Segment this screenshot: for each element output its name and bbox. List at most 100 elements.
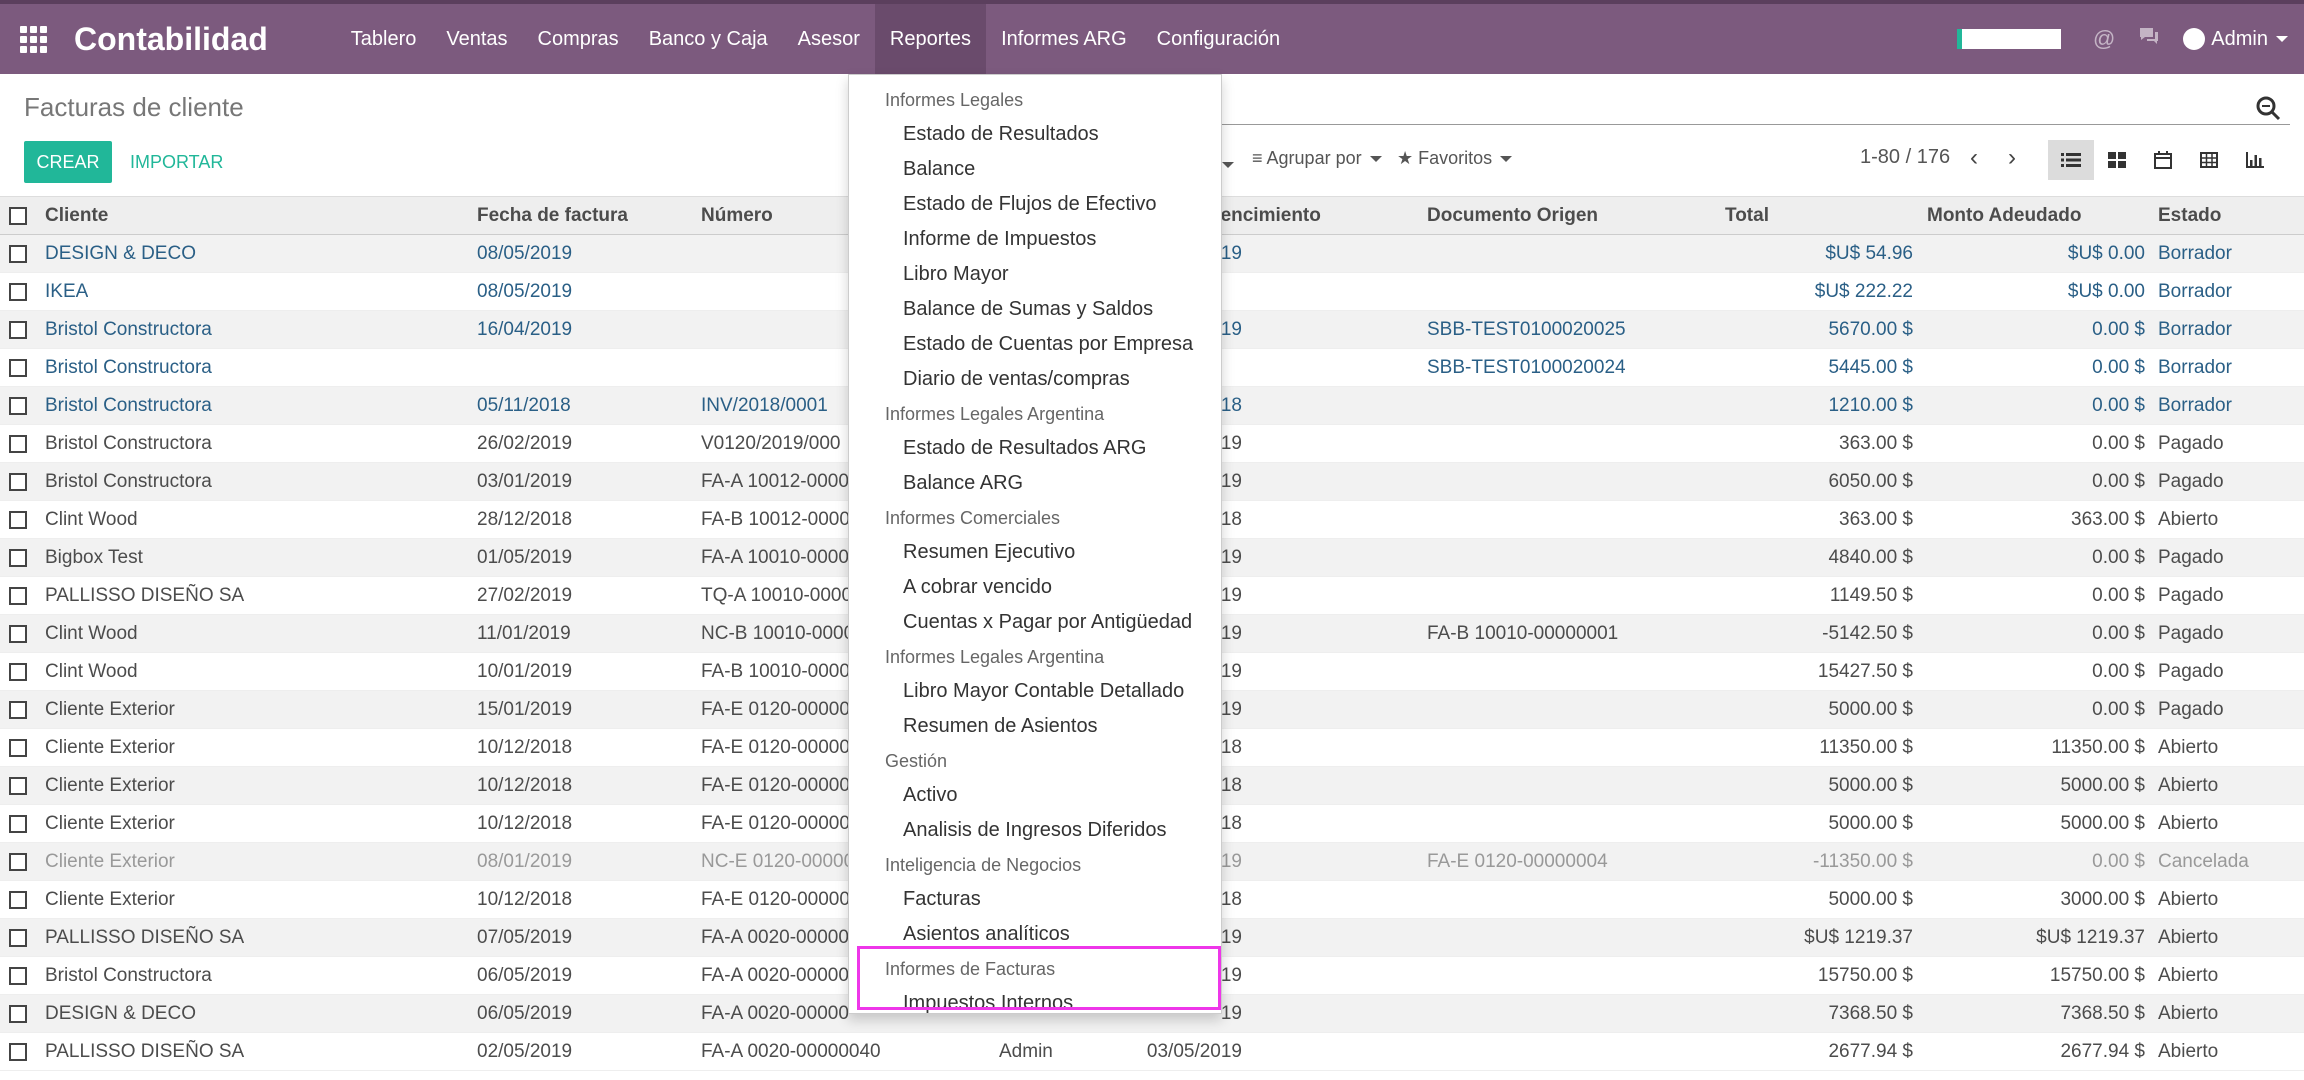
menu-item[interactable]: Resumen Ejecutivo xyxy=(849,535,1221,570)
cell-estado: Abierto xyxy=(2158,965,2219,986)
menu-item[interactable]: Cuentas x Pagar por Antigüedad xyxy=(849,605,1221,640)
col-fecha-factura[interactable]: Fecha de factura xyxy=(477,197,628,235)
menu-item[interactable]: Activo xyxy=(849,778,1221,813)
cell-estado: Borrador xyxy=(2158,395,2232,416)
cell-numero: FA-E 0120-00000 xyxy=(701,775,850,796)
pager-value[interactable]: 1-80 / 176 xyxy=(1860,146,1950,169)
menu-asesor[interactable]: Asesor xyxy=(783,4,875,74)
row-checkbox[interactable] xyxy=(9,625,27,643)
cell-estado: Borrador xyxy=(2158,357,2232,378)
row-checkbox[interactable] xyxy=(9,397,27,415)
cell-monto-adeudado: 0.00 $ xyxy=(2092,623,2145,644)
chat-icon[interactable] xyxy=(2137,25,2161,53)
select-all-checkbox[interactable] xyxy=(9,207,27,225)
row-checkbox[interactable] xyxy=(9,587,27,605)
row-checkbox[interactable] xyxy=(9,891,27,909)
cell-monto-adeudado: 0.00 $ xyxy=(2092,585,2145,606)
row-checkbox[interactable] xyxy=(9,283,27,301)
top-navbar: Contabilidad Tablero Ventas Compras Banc… xyxy=(0,0,2304,74)
chevron-left-icon[interactable]: ‹ xyxy=(1970,144,1978,172)
row-checkbox[interactable] xyxy=(9,359,27,377)
row-checkbox[interactable] xyxy=(9,549,27,567)
group-by-button[interactable]: ≡ Agrupar por xyxy=(1252,148,1382,169)
row-checkbox[interactable] xyxy=(9,815,27,833)
menu-item[interactable]: Balance ARG xyxy=(849,466,1221,501)
menu-ventas[interactable]: Ventas xyxy=(431,4,522,74)
col-monto-adeudado[interactable]: Monto Adeudado xyxy=(1927,197,2081,235)
user-menu[interactable]: Admin xyxy=(2183,28,2288,51)
cell-numero: V0120/2019/000 xyxy=(701,433,841,454)
menu-item[interactable]: Balance de Sumas y Saldos xyxy=(849,292,1221,327)
list-view-icon[interactable] xyxy=(2048,140,2094,180)
chevron-right-icon[interactable]: › xyxy=(2008,144,2016,172)
cell-fecha: 10/12/2018 xyxy=(477,775,573,796)
menu-item[interactable]: Estado de Cuentas por Empresa xyxy=(849,327,1221,362)
row-checkbox[interactable] xyxy=(9,1043,27,1061)
cell-cliente: Bristol Constructora xyxy=(45,395,212,416)
row-checkbox[interactable] xyxy=(9,929,27,947)
menu-item[interactable]: Libro Mayor Contable Detallado xyxy=(849,674,1221,709)
import-button[interactable]: IMPORTAR xyxy=(130,141,223,183)
menu-item[interactable]: Analisis de Ingresos Diferidos xyxy=(849,813,1221,848)
menu-item[interactable]: Facturas xyxy=(849,882,1221,917)
row-checkbox[interactable] xyxy=(9,853,27,871)
apps-icon[interactable] xyxy=(0,4,66,74)
menu-configuracion[interactable]: Configuración xyxy=(1142,4,1295,74)
row-checkbox[interactable] xyxy=(9,967,27,985)
cell-fecha: 08/05/2019 xyxy=(477,281,573,302)
menu-item[interactable]: Estado de Flujos de Efectivo xyxy=(849,187,1221,222)
col-cliente[interactable]: Cliente xyxy=(45,197,108,235)
menu-compras[interactable]: Compras xyxy=(523,4,634,74)
row-checkbox[interactable] xyxy=(9,701,27,719)
graph-view-icon[interactable] xyxy=(2232,140,2278,180)
menu-item[interactable]: Diario de ventas/compras xyxy=(849,362,1221,397)
menu-banco-y-caja[interactable]: Banco y Caja xyxy=(634,4,783,74)
menu-tablero[interactable]: Tablero xyxy=(336,4,432,74)
favorites-button[interactable]: ★ Favoritos xyxy=(1397,148,1513,169)
col-total[interactable]: Total xyxy=(1725,197,1769,235)
create-button[interactable]: CREAR xyxy=(24,141,112,183)
row-checkbox[interactable] xyxy=(9,663,27,681)
cell-monto-adeudado: 2677.94 $ xyxy=(2060,1041,2145,1062)
row-checkbox[interactable] xyxy=(9,777,27,795)
row-checkbox[interactable] xyxy=(9,739,27,757)
cell-fecha: 28/12/2018 xyxy=(477,509,573,530)
favorites-label: Favoritos xyxy=(1418,148,1493,168)
menu-item[interactable]: Resumen de Asientos xyxy=(849,709,1221,744)
cell-numero: TQ-A 10010-0000 xyxy=(701,585,853,606)
menu-reportes[interactable]: Reportes xyxy=(874,4,987,74)
cell-numero: FA-A 0020-00000 xyxy=(701,965,849,986)
menu-item[interactable]: Estado de Resultados ARG xyxy=(849,431,1221,466)
cell-total: 2677.94 $ xyxy=(1828,1041,1913,1062)
cell-documento-origen: FA-B 10010-00000001 xyxy=(1427,623,1619,644)
at-icon[interactable]: @ xyxy=(2093,26,2115,52)
row-checkbox[interactable] xyxy=(9,473,27,491)
filters-caret-icon[interactable] xyxy=(1222,154,1234,175)
menu-item[interactable]: Balance xyxy=(849,152,1221,187)
col-estado[interactable]: Estado xyxy=(2158,197,2221,235)
highlight-box xyxy=(857,946,1221,1010)
cell-fecha: 08/01/2019 xyxy=(477,851,573,872)
menu-informes-arg[interactable]: Informes ARG xyxy=(986,4,1142,74)
cell-monto-adeudado: 11350.00 $ xyxy=(2051,737,2145,758)
row-checkbox[interactable] xyxy=(9,321,27,339)
pivot-view-icon[interactable] xyxy=(2186,140,2232,180)
row-checkbox[interactable] xyxy=(9,1005,27,1023)
calendar-view-icon[interactable] xyxy=(2140,140,2186,180)
menu-item[interactable]: Estado de Resultados xyxy=(849,117,1221,152)
menu-item[interactable]: A cobrar vencido xyxy=(849,570,1221,605)
cell-estado: Borrador xyxy=(2158,243,2232,264)
cell-numero: FA-A 10010-0000 xyxy=(701,547,849,568)
table-row[interactable]: PALLISSO DISEÑO SA 02/05/2019 FA-A 0020-00… xyxy=(0,1033,2304,1071)
search-icon[interactable] xyxy=(2254,94,2284,124)
row-checkbox[interactable] xyxy=(9,435,27,453)
col-vencimiento[interactable]: vencimiento xyxy=(1210,197,1321,235)
menu-item[interactable]: Libro Mayor xyxy=(849,257,1221,292)
kanban-view-icon[interactable] xyxy=(2094,140,2140,180)
row-checkbox[interactable] xyxy=(9,245,27,263)
col-numero[interactable]: Número xyxy=(701,197,773,235)
col-documento-origen[interactable]: Documento Origen xyxy=(1427,197,1598,235)
menu-item[interactable]: Informe de Impuestos xyxy=(849,222,1221,257)
search-input[interactable] xyxy=(1222,124,2290,125)
row-checkbox[interactable] xyxy=(9,511,27,529)
